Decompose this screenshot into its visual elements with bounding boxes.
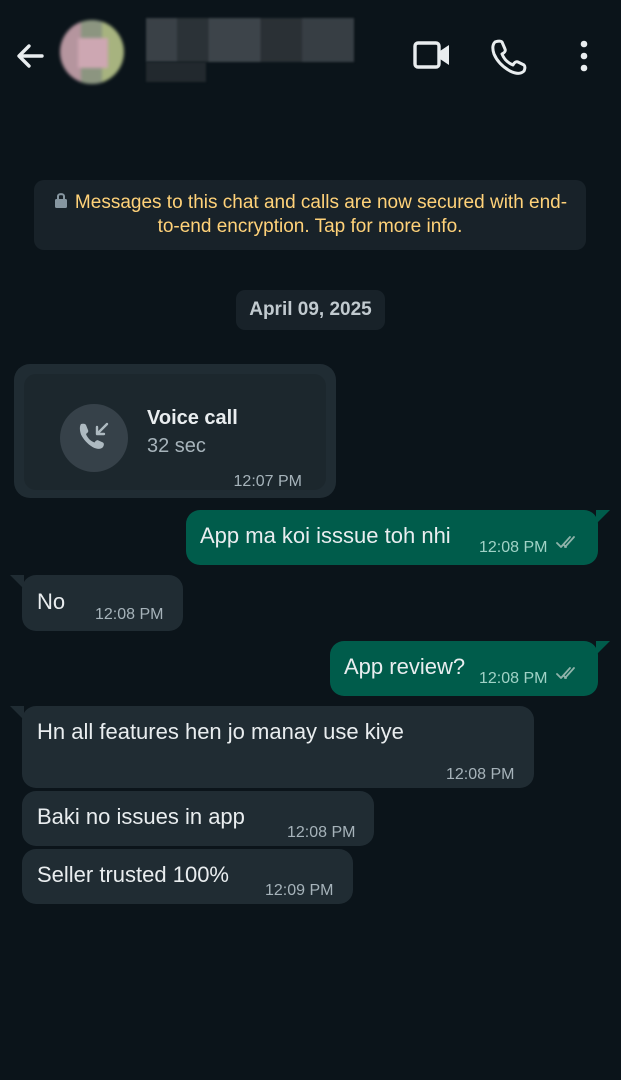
incoming-call-icon (79, 422, 109, 449)
message-timestamp: 12:08 PM (479, 670, 548, 687)
message-timestamp: 12:08 PM (287, 824, 356, 841)
message-timestamp: 12:08 PM (446, 766, 515, 783)
video-call-button[interactable] (410, 34, 454, 78)
message-text: App review? (344, 654, 466, 679)
phone-icon (491, 39, 527, 75)
call-duration: 32 sec (147, 435, 206, 457)
lock-icon (54, 193, 67, 208)
back-button[interactable] (10, 36, 50, 76)
message-timestamp: 12:08 PM (95, 606, 164, 623)
more-options-button[interactable] (562, 34, 606, 78)
message-timestamp: 12:08 PM (479, 539, 548, 556)
encryption-notice-text: Messages to this chat and calls are now … (74, 192, 568, 237)
voice-call-button[interactable] (486, 34, 530, 78)
message-bubble-outgoing[interactable]: App ma koi isssue toh nhi 12:08 PM (186, 510, 598, 565)
video-camera-icon (413, 41, 449, 69)
bubble-tail (596, 510, 610, 524)
contact-name[interactable] (146, 18, 354, 62)
message-text: Hn all features hen jo manay use kiye (37, 719, 404, 744)
message-bubble-incoming[interactable]: Baki no issues in app 12:08 PM (22, 791, 374, 846)
message-timestamp: 12:09 PM (265, 882, 334, 899)
call-icon-badge (60, 404, 128, 472)
message-bubble-incoming[interactable]: No 12:08 PM (22, 575, 183, 631)
message-text: Seller trusted 100% (37, 862, 229, 887)
message-text: Baki no issues in app (37, 804, 245, 829)
call-title: Voice call (147, 407, 238, 429)
message-text: No (37, 589, 66, 614)
date-chip: April 09, 2025 (236, 290, 385, 330)
double-check-icon (556, 536, 575, 548)
message-bubble-incoming[interactable]: Seller trusted 100% 12:09 PM (22, 849, 353, 904)
chat-area[interactable]: Messages to this chat and calls are now … (0, 108, 621, 1080)
call-log-bubble[interactable]: Voice call 32 sec 12:07 PM (14, 364, 336, 498)
message-bubble-incoming[interactable]: Hn all features hen jo manay use kiye 12… (22, 706, 534, 788)
more-vertical-icon (580, 40, 588, 72)
arrow-left-icon (17, 44, 44, 68)
message-bubble-outgoing[interactable]: App review? 12:08 PM (330, 641, 598, 696)
call-log-card[interactable]: Voice call 32 sec 12:07 PM (24, 374, 326, 490)
bubble-tail (596, 641, 610, 655)
double-check-icon (556, 667, 575, 679)
message-text: App ma koi isssue toh nhi (200, 523, 451, 548)
call-timestamp: 12:07 PM (233, 473, 302, 490)
chat-header (0, 0, 621, 108)
contact-avatar[interactable] (60, 20, 124, 84)
encryption-notice[interactable]: Messages to this chat and calls are now … (34, 180, 586, 250)
contact-status (146, 62, 206, 82)
